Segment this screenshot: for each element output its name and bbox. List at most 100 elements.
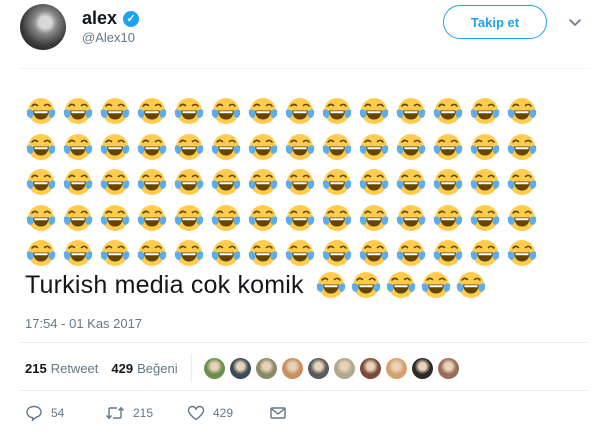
joy-emoji-icon <box>247 202 279 234</box>
emoji-grid <box>25 95 543 273</box>
joy-emoji-icon <box>136 166 168 198</box>
joy-emoji-icon <box>210 131 242 163</box>
joy-emoji-icon <box>247 131 279 163</box>
joy-emoji-icon <box>99 166 131 198</box>
like-count: 429 <box>111 360 134 376</box>
joy-emoji-icon <box>506 166 538 198</box>
joy-emoji-icon <box>62 131 94 163</box>
joy-emoji-icon <box>469 95 501 127</box>
joy-emoji-icon <box>315 269 347 301</box>
liker-avatar[interactable] <box>411 357 433 379</box>
joy-emoji-icon <box>210 202 242 234</box>
joy-emoji-icon <box>321 131 353 163</box>
tweet-stats: 215 Retweet 429 Beğeni <box>25 354 459 382</box>
joy-emoji-icon <box>469 202 501 234</box>
liker-avatar[interactable] <box>437 357 459 379</box>
tweet-text-content: Turkish media cok komik <box>25 270 304 299</box>
joy-emoji-icon <box>395 237 427 269</box>
joy-emoji-icon <box>432 237 464 269</box>
joy-emoji-icon <box>99 202 131 234</box>
liker-avatar[interactable] <box>229 357 251 379</box>
joy-emoji-icon <box>25 95 57 127</box>
joy-emoji-icon <box>62 202 94 234</box>
liker-avatar[interactable] <box>255 357 277 379</box>
joy-emoji-icon <box>284 166 316 198</box>
joy-emoji-icon <box>284 202 316 234</box>
display-name[interactable]: alex <box>82 8 117 29</box>
joy-emoji-icon <box>62 166 94 198</box>
user-handle[interactable]: @Alex10 <box>82 30 135 45</box>
joy-emoji-icon <box>506 202 538 234</box>
joy-emoji-icon <box>350 269 382 301</box>
joy-emoji-icon <box>136 237 168 269</box>
liker-avatar[interactable] <box>359 357 381 379</box>
joy-emoji-icon <box>25 166 57 198</box>
liker-avatar[interactable] <box>307 357 329 379</box>
avatar[interactable] <box>20 4 66 50</box>
joy-emoji-icon <box>395 95 427 127</box>
reply-button[interactable]: 54 <box>25 404 105 422</box>
joy-emoji-icon <box>210 237 242 269</box>
tweet-header: alex ✓ @Alex10 Takip et <box>20 4 590 52</box>
retweet-action-count: 215 <box>133 406 154 420</box>
joy-emoji-icon <box>432 95 464 127</box>
joy-emoji-icon <box>284 237 316 269</box>
joy-emoji-icon <box>136 131 168 163</box>
like-button[interactable]: 429 <box>187 404 269 422</box>
action-bar: 54 215 429 <box>25 403 287 423</box>
tweet-timestamp[interactable]: 17:54 - 01 Kas 2017 <box>25 316 142 331</box>
joy-emoji-icon <box>247 166 279 198</box>
like-action-count: 429 <box>213 406 234 420</box>
joy-emoji-icon <box>358 166 390 198</box>
verified-badge-icon: ✓ <box>123 10 140 27</box>
joy-emoji-icon <box>321 95 353 127</box>
joy-emoji-icon <box>395 131 427 163</box>
message-button[interactable] <box>269 404 287 422</box>
joy-emoji-icon <box>284 95 316 127</box>
envelope-icon <box>270 407 286 419</box>
liker-avatar[interactable] <box>281 357 303 379</box>
joy-emoji-icon <box>173 202 205 234</box>
joy-emoji-icon <box>173 131 205 163</box>
joy-emoji-icon <box>136 202 168 234</box>
chevron-down-icon[interactable] <box>567 14 583 30</box>
joy-emoji-icon <box>420 269 452 301</box>
joy-emoji-icon <box>25 131 57 163</box>
joy-emoji-icon <box>358 131 390 163</box>
joy-emoji-icon <box>284 131 316 163</box>
joy-emoji-icon <box>173 237 205 269</box>
joy-emoji-icon <box>358 237 390 269</box>
joy-emoji-icon <box>385 269 417 301</box>
joy-emoji-icon <box>469 237 501 269</box>
heart-icon <box>187 405 205 421</box>
joy-emoji-icon <box>25 237 57 269</box>
tweet-text: Turkish media cok komik <box>25 268 487 302</box>
joy-emoji-icon <box>247 237 279 269</box>
joy-emoji-icon <box>358 95 390 127</box>
joy-emoji-icon <box>25 202 57 234</box>
joy-emoji-icon <box>506 237 538 269</box>
reply-count: 54 <box>51 406 65 420</box>
like-stat[interactable]: 429 Beğeni <box>111 361 177 376</box>
joy-emoji-icon <box>62 95 94 127</box>
liker-avatar[interactable] <box>203 357 225 379</box>
joy-emoji-icon <box>136 95 168 127</box>
reply-icon <box>26 405 42 422</box>
liker-avatar[interactable] <box>385 357 407 379</box>
divider <box>20 390 588 391</box>
joy-emoji-icon <box>321 166 353 198</box>
follow-button[interactable]: Takip et <box>443 5 547 39</box>
joy-emoji-icon <box>99 131 131 163</box>
like-label: Beğeni <box>137 360 178 376</box>
liker-avatar[interactable] <box>333 357 355 379</box>
joy-emoji-icon <box>455 269 487 301</box>
joy-emoji-icon <box>432 202 464 234</box>
retweet-stat[interactable]: 215 Retweet <box>25 361 98 376</box>
joy-emoji-icon <box>247 95 279 127</box>
joy-emoji-icon <box>173 95 205 127</box>
joy-emoji-icon <box>321 202 353 234</box>
joy-emoji-icon <box>358 202 390 234</box>
retweet-button[interactable]: 215 <box>105 404 187 422</box>
retweet-icon <box>105 406 125 420</box>
joy-emoji-icon <box>432 131 464 163</box>
